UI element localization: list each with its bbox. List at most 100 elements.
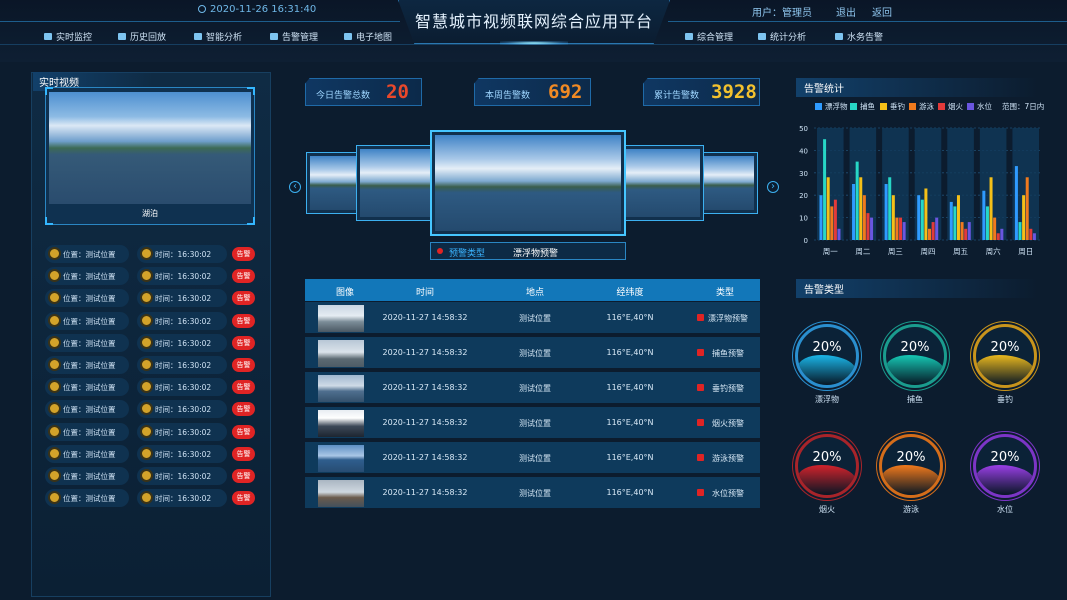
alarm-badge[interactable]: 告警 — [232, 269, 255, 284]
alarm-badge[interactable]: 告警 — [232, 469, 255, 483]
bar[interactable] — [862, 195, 866, 240]
bar[interactable] — [964, 228, 968, 240]
table-row[interactable]: 2020-11-27 14:58:32 测试位置 116°E,40°N 垂钓预警 — [305, 372, 760, 405]
row-thumbnail[interactable] — [318, 410, 364, 437]
bar[interactable] — [1025, 177, 1029, 240]
alarm-badge[interactable]: 告警 — [232, 424, 255, 439]
gauge[interactable]: 20% — [795, 324, 859, 388]
bar[interactable] — [891, 195, 895, 240]
bar[interactable] — [902, 222, 906, 240]
carousel-prev-icon[interactable]: ‹ — [289, 181, 301, 193]
list-item[interactable]: 位置：测试位置 时间：16:30:02 告警 — [45, 267, 260, 286]
alarm-badge[interactable]: 告警 — [232, 358, 255, 372]
bar[interactable] — [1032, 233, 1036, 240]
bar[interactable] — [830, 206, 834, 240]
bar[interactable] — [852, 184, 856, 240]
bar[interactable] — [996, 233, 1000, 240]
row-thumbnail[interactable] — [318, 445, 364, 472]
table-row[interactable]: 2020-11-27 14:58:32 测试位置 116°E,40°N 捕鱼预警 — [305, 337, 760, 370]
bar[interactable] — [833, 199, 837, 240]
bar[interactable] — [993, 217, 997, 240]
nav-item-water-alarm[interactable]: 水务告警 — [835, 30, 883, 43]
list-item[interactable]: 位置：测试位置 时间：16:30:02 告警 — [45, 444, 260, 463]
bar[interactable] — [928, 228, 931, 240]
bar[interactable] — [967, 222, 971, 240]
bar[interactable] — [953, 206, 957, 240]
nav-item-analysis[interactable]: 智能分析 — [194, 30, 242, 43]
bar[interactable] — [956, 195, 960, 240]
row-thumbnail[interactable] — [318, 480, 364, 507]
carousel-next-icon[interactable]: › — [767, 181, 779, 193]
alarm-badge[interactable]: 告警 — [232, 335, 255, 350]
alarm-badge[interactable]: 告警 — [232, 402, 255, 417]
bar[interactable] — [1022, 195, 1026, 240]
nav-item-map[interactable]: 电子地图 — [344, 30, 392, 43]
live-video-image[interactable] — [49, 92, 251, 204]
bar[interactable] — [1018, 222, 1022, 240]
alarm-badge[interactable]: 告警 — [232, 491, 255, 506]
back-link[interactable]: 返回 — [872, 4, 892, 19]
bar[interactable] — [931, 222, 935, 240]
row-thumbnail[interactable] — [318, 340, 364, 367]
bar[interactable] — [1029, 228, 1033, 240]
bar[interactable] — [920, 199, 924, 240]
list-item[interactable]: 位置：测试位置 时间：16:30:02 告警 — [45, 489, 260, 508]
carousel-card[interactable] — [356, 145, 434, 221]
list-item[interactable]: 位置：测试位置 时间：16:30:02 告警 — [45, 400, 260, 419]
list-item[interactable]: 位置：测试位置 时间：16:30:02 告警 — [45, 245, 260, 263]
bar[interactable] — [888, 177, 892, 240]
bar[interactable] — [917, 195, 921, 240]
bar[interactable] — [866, 213, 870, 240]
row-thumbnail[interactable] — [318, 375, 364, 402]
bar[interactable] — [982, 190, 986, 240]
table-row[interactable]: 2020-11-27 14:58:32 测试位置 116°E,40°N 烟火预警 — [305, 407, 760, 440]
alarm-badge[interactable]: 告警 — [232, 291, 255, 306]
bar[interactable] — [989, 177, 993, 240]
nav-item-playback[interactable]: 历史回放 — [118, 30, 166, 43]
nav-item-realtime[interactable]: 实时监控 — [44, 30, 92, 43]
gauge[interactable]: 20% — [973, 434, 1037, 498]
bar[interactable] — [884, 184, 888, 240]
bar[interactable] — [855, 161, 859, 240]
bar[interactable] — [899, 217, 903, 240]
list-item[interactable]: 位置：测试位置 时间：16:30:02 告警 — [45, 311, 260, 330]
carousel-card[interactable] — [700, 152, 758, 214]
bar[interactable] — [935, 217, 939, 240]
bar[interactable] — [870, 217, 874, 240]
table-row[interactable]: 2020-11-27 14:58:32 测试位置 116°E,40°N 游泳预警 — [305, 442, 760, 475]
list-item[interactable]: 位置：测试位置 时间：16:30:02 告警 — [45, 333, 260, 352]
alarm-badge[interactable]: 告警 — [232, 446, 255, 461]
list-item[interactable]: 位置：测试位置 时间：16:30:02 告警 — [45, 289, 260, 308]
carousel-card[interactable] — [622, 145, 704, 221]
nav-item-statistics[interactable]: 统计分析 — [758, 30, 806, 43]
list-item[interactable]: 位置：测试位置 时间：16:30:02 告警 — [45, 356, 260, 374]
bar[interactable] — [1000, 228, 1004, 240]
bar[interactable] — [960, 222, 964, 240]
bar[interactable] — [837, 228, 841, 240]
bar[interactable] — [1014, 166, 1018, 240]
alarm-badge[interactable]: 告警 — [232, 313, 255, 328]
gauge[interactable]: 20% — [973, 324, 1037, 388]
alarm-badge[interactable]: 告警 — [232, 380, 255, 395]
table-row[interactable]: 2020-11-27 14:58:32 测试位置 116°E,40°N 水位预警 — [305, 477, 760, 510]
gauge[interactable]: 20% — [795, 434, 859, 498]
bar[interactable] — [895, 217, 899, 240]
gauge[interactable]: 20% — [883, 324, 947, 388]
carousel-card-active[interactable] — [430, 130, 626, 236]
logout-link[interactable]: 退出 — [836, 4, 856, 19]
gauge[interactable]: 20% — [879, 434, 943, 498]
bar[interactable] — [859, 177, 863, 240]
nav-item-management[interactable]: 综合管理 — [685, 30, 733, 43]
bar[interactable] — [949, 201, 953, 240]
bar[interactable] — [826, 177, 830, 240]
list-item[interactable]: 位置：测试位置 时间：16:30:02 告警 — [45, 378, 260, 397]
nav-item-alarm[interactable]: 告警管理 — [270, 30, 318, 43]
bar[interactable] — [823, 139, 827, 240]
bar[interactable] — [819, 195, 823, 240]
list-item[interactable]: 位置：测试位置 时间：16:30:02 告警 — [45, 467, 260, 485]
list-item[interactable]: 位置：测试位置 时间：16:30:02 告警 — [45, 422, 260, 441]
table-row[interactable]: 2020-11-27 14:58:32 测试位置 116°E,40°N 漂浮物预警 — [305, 302, 760, 335]
row-thumbnail[interactable] — [318, 305, 364, 332]
bar[interactable] — [924, 188, 928, 240]
alarm-badge[interactable]: 告警 — [232, 247, 255, 261]
